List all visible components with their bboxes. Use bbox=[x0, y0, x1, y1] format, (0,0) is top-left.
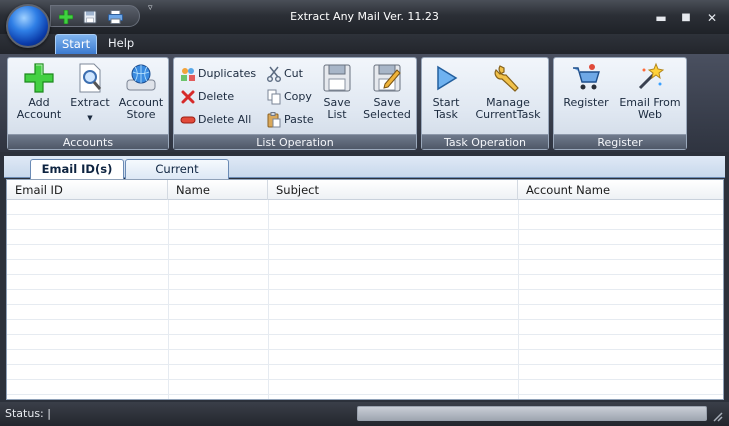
register-label: Register bbox=[563, 96, 609, 109]
start-task-label: Start Task bbox=[432, 96, 460, 121]
paste-button[interactable]: Paste bbox=[266, 112, 314, 128]
manage-current-task-label: Manage CurrentTask bbox=[475, 96, 541, 121]
group-list-operation-label: List Operation bbox=[174, 134, 416, 149]
tab-email-ids[interactable]: Email ID(s) bbox=[30, 159, 124, 179]
window-title: Extract Any Mail Ver. 11.23 bbox=[290, 10, 439, 23]
wrench-icon bbox=[494, 65, 519, 92]
group-accounts: Add Account Extract ▼ Account Store Acco… bbox=[7, 57, 169, 150]
floppy-pencil-icon bbox=[373, 64, 401, 92]
copy-label: Copy bbox=[284, 90, 312, 103]
delete-x-icon bbox=[180, 89, 196, 105]
progress-bar bbox=[357, 406, 707, 421]
add-account-label: Add Account bbox=[16, 96, 62, 121]
ribbon-tab-strip: Start Help bbox=[0, 34, 729, 54]
group-list-operation: Duplicates Delete Delete All Cut Copy Pa… bbox=[173, 57, 417, 150]
tab-start[interactable]: Start bbox=[55, 34, 98, 54]
column-header-account-name[interactable]: Account Name bbox=[518, 180, 723, 200]
column-divider bbox=[168, 200, 169, 399]
content-area: Email ID(s) Current Status Email ID Name… bbox=[0, 152, 729, 402]
column-divider bbox=[518, 200, 519, 399]
group-register-label: Register bbox=[554, 134, 686, 149]
grid-header: Email ID Name Subject Account Name bbox=[7, 180, 723, 200]
account-store-button[interactable]: Account Store bbox=[114, 62, 168, 121]
scissors-icon bbox=[266, 66, 282, 82]
status-bar: Status: | bbox=[0, 402, 729, 426]
save-selected-label: Save Selected bbox=[363, 96, 411, 121]
column-header-email-id[interactable]: Email ID bbox=[7, 180, 168, 200]
add-account-button[interactable]: Add Account bbox=[12, 62, 66, 121]
group-register: Register Email From Web Register bbox=[553, 57, 687, 150]
status-value: | bbox=[47, 407, 51, 420]
duplicates-label: Duplicates bbox=[198, 67, 257, 80]
delete-all-button[interactable]: Delete All bbox=[180, 112, 251, 128]
duplicates-button[interactable]: Duplicates bbox=[180, 66, 256, 82]
register-button[interactable]: Register bbox=[558, 62, 614, 109]
delete-all-label: Delete All bbox=[198, 113, 252, 126]
maximize-button[interactable]: ■ bbox=[679, 11, 693, 25]
save-selected-button[interactable]: Save Selected bbox=[359, 62, 415, 121]
column-header-subject[interactable]: Subject bbox=[268, 180, 518, 200]
status-text: Status: | bbox=[5, 407, 51, 420]
account-store-label: Account Store bbox=[118, 96, 164, 121]
copy-button[interactable]: Copy bbox=[266, 89, 312, 105]
panel-tab-strip: Email ID(s) Current Status bbox=[4, 156, 725, 194]
tab-help[interactable]: Help bbox=[102, 34, 140, 54]
resize-grip-icon[interactable] bbox=[711, 410, 723, 422]
tab-current-status[interactable]: Current Status bbox=[125, 159, 229, 194]
copy-icon bbox=[266, 89, 282, 105]
floppy-disk-icon bbox=[323, 64, 351, 92]
column-header-name[interactable]: Name bbox=[168, 180, 268, 200]
email-grid[interactable]: Email ID Name Subject Account Name bbox=[6, 179, 724, 400]
paste-label: Paste bbox=[284, 113, 314, 126]
save-list-label: Save List bbox=[323, 96, 351, 121]
cut-label: Cut bbox=[284, 67, 303, 80]
dropdown-arrow-icon: ▼ bbox=[87, 114, 93, 122]
column-divider bbox=[268, 200, 269, 399]
group-task-operation: Start Task Manage CurrentTask Task Opera… bbox=[421, 57, 549, 150]
extract-label: Extract bbox=[70, 96, 110, 109]
email-from-web-label: Email From Web bbox=[619, 96, 681, 121]
close-button[interactable]: ✕ bbox=[705, 11, 719, 25]
delete-label: Delete bbox=[198, 90, 235, 103]
paste-icon bbox=[266, 112, 282, 128]
title-bar: ▿ Extract Any Mail Ver. 11.23 ▬ ■ ✕ bbox=[0, 0, 729, 48]
minimize-button[interactable]: ▬ bbox=[654, 11, 668, 25]
manage-current-task-button[interactable]: Manage CurrentTask bbox=[468, 62, 548, 121]
duplicates-icon bbox=[180, 66, 196, 82]
start-task-button[interactable]: Start Task bbox=[424, 62, 468, 121]
delete-all-icon bbox=[180, 112, 196, 128]
globe-drive-icon bbox=[126, 64, 156, 91]
play-icon bbox=[437, 65, 458, 91]
ribbon: Add Account Extract ▼ Account Store Acco… bbox=[0, 54, 729, 152]
group-task-operation-label: Task Operation bbox=[422, 134, 548, 149]
cut-button[interactable]: Cut bbox=[266, 66, 303, 82]
save-list-button[interactable]: Save List bbox=[318, 62, 356, 121]
magnifier-document-icon bbox=[79, 63, 102, 93]
shopping-cart-icon bbox=[573, 64, 600, 90]
email-from-web-button[interactable]: Email From Web bbox=[614, 62, 686, 121]
plus-icon bbox=[24, 63, 54, 93]
app-orb-button[interactable] bbox=[6, 4, 50, 48]
magic-wand-icon bbox=[638, 62, 665, 90]
status-label: Status: bbox=[5, 407, 44, 420]
grid-body[interactable] bbox=[7, 200, 723, 399]
extract-button[interactable]: Extract ▼ bbox=[66, 62, 114, 124]
group-accounts-label: Accounts bbox=[8, 134, 168, 149]
delete-button[interactable]: Delete bbox=[180, 89, 234, 105]
